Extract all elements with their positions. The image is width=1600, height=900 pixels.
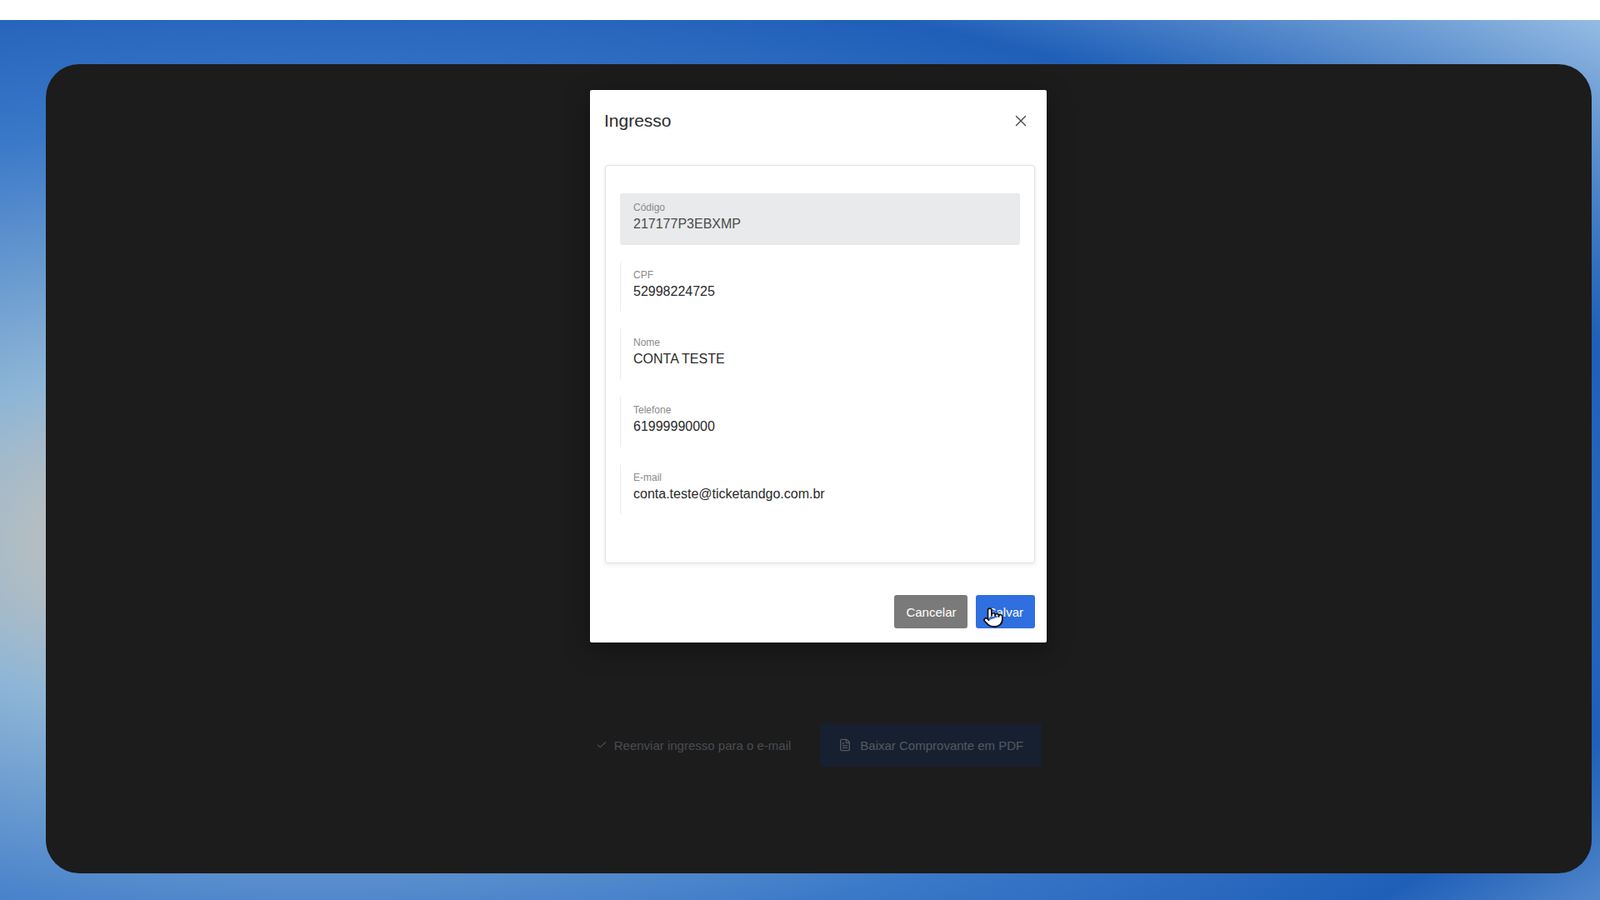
modal-title: Ingresso bbox=[604, 110, 672, 131]
form-field[interactable]: E-mail conta.teste@ticketandgo.com.br bbox=[620, 463, 1020, 515]
form-field: Código 217177P3EBXMP bbox=[620, 193, 1020, 245]
field-label: CPF bbox=[633, 269, 1008, 281]
field-value: CONTA TESTE bbox=[633, 351, 1008, 367]
file-icon bbox=[838, 738, 852, 752]
field-label: Nome bbox=[633, 336, 1008, 349]
field-value: 52998224725 bbox=[633, 284, 1008, 300]
form-field[interactable]: Telefone 61999990000 bbox=[620, 395, 1020, 448]
field-label: E-mail bbox=[633, 471, 1008, 484]
app-panel: Reenviar ingresso para o e-mail Baixar Co… bbox=[45, 64, 1592, 874]
close-button[interactable] bbox=[1010, 110, 1032, 132]
check-icon bbox=[595, 739, 608, 751]
field-label: Telefone bbox=[633, 404, 1008, 416]
field-value: conta.teste@ticketandgo.com.br bbox=[633, 486, 1008, 502]
ticket-modal: Ingresso Código 217177P3EBXMP CPF 5299822472… bbox=[590, 90, 1047, 643]
form-field[interactable]: Nome CONTA TESTE bbox=[620, 328, 1020, 380]
fields-card: Código 217177P3EBXMP CPF 52998224725 Nome CON… bbox=[605, 165, 1035, 564]
top-bar bbox=[0, 0, 1600, 20]
resend-link[interactable]: Reenviar ingresso para o e-mail bbox=[595, 738, 792, 753]
hand-cursor-icon bbox=[982, 606, 1005, 629]
field-label: Código bbox=[633, 201, 1008, 214]
cancel-button[interactable]: Cancelar bbox=[894, 595, 968, 629]
modal-header: Ingresso bbox=[590, 90, 1047, 137]
field-value: 217177P3EBXMP bbox=[633, 216, 1008, 232]
desktop: Reenviar ingresso para o e-mail Baixar Co… bbox=[0, 0, 1600, 900]
save-button[interactable]: Salvar bbox=[975, 595, 1035, 629]
background-actions: Reenviar ingresso para o e-mail Baixar Co… bbox=[595, 723, 1043, 767]
modal-footer: CancelarSalvar bbox=[590, 563, 1047, 629]
form-field[interactable]: CPF 52998224725 bbox=[620, 260, 1020, 313]
pdf-button[interactable]: Baixar Comprovante em PDF bbox=[820, 723, 1042, 767]
close-icon bbox=[1011, 111, 1030, 130]
stage: Reenviar ingresso para o e-mail Baixar Co… bbox=[0, 20, 1600, 900]
field-value: 61999990000 bbox=[633, 419, 1008, 435]
